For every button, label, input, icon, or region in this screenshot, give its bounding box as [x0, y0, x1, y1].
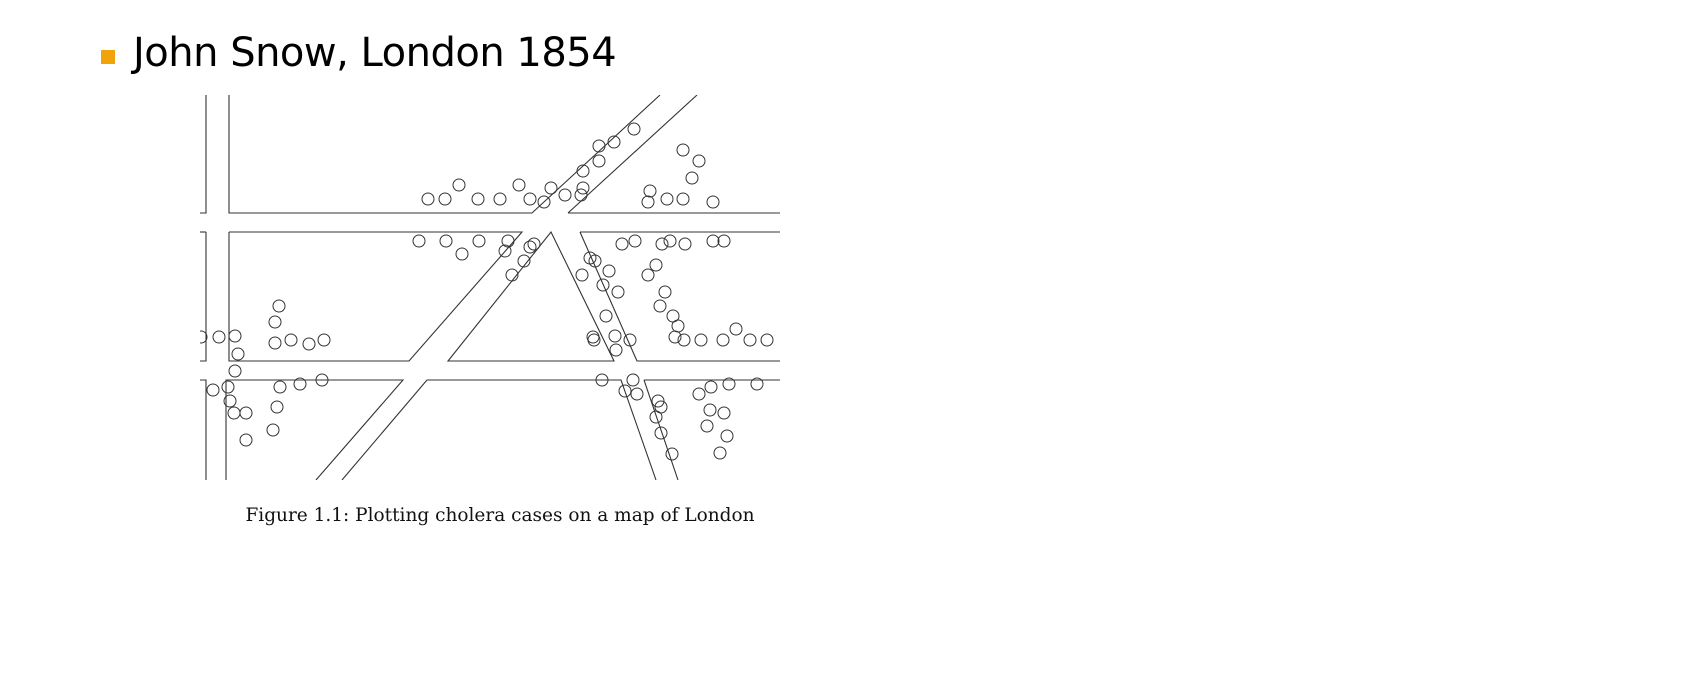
cholera-case-marker	[227, 406, 241, 420]
cholera-case-marker	[421, 192, 435, 206]
cholera-case-marker	[615, 237, 629, 251]
cholera-case-marker	[272, 299, 286, 313]
street-edge	[225, 379, 405, 480]
cholera-case-marker	[703, 403, 717, 417]
cholera-case-marker	[653, 299, 667, 313]
streets	[200, 95, 780, 480]
cholera-case-marker	[717, 406, 731, 420]
cholera-case-marker	[720, 429, 734, 443]
cholera-case-marker	[228, 329, 242, 343]
cholera-case-marker	[472, 234, 486, 248]
cholera-case-marker	[608, 329, 622, 343]
cholera-case-marker	[523, 192, 537, 206]
cholera-case-marker	[716, 333, 730, 347]
cholera-cases	[200, 122, 774, 461]
cholera-case-marker	[706, 234, 720, 248]
cholera-case-marker	[676, 143, 690, 157]
cholera-case-marker	[704, 380, 718, 394]
cholera-case-marker	[212, 330, 226, 344]
cholera-case-marker	[599, 309, 613, 323]
cholera-case-marker	[471, 192, 485, 206]
cholera-case-marker	[628, 234, 642, 248]
cholera-case-marker	[630, 387, 644, 401]
street-edge	[579, 231, 780, 362]
street-edge	[200, 379, 207, 480]
cholera-case-marker	[266, 423, 280, 437]
cholera-case-marker	[665, 447, 679, 461]
cholera-map	[200, 95, 780, 480]
cholera-case-marker	[611, 285, 625, 299]
cholera-case-marker	[302, 337, 316, 351]
cholera-case-marker	[452, 178, 466, 192]
cholera-case-marker	[455, 247, 469, 261]
cholera-case-marker	[206, 383, 220, 397]
cholera-case-marker	[268, 336, 282, 350]
cholera-case-marker	[663, 234, 677, 248]
cholera-case-marker	[692, 387, 706, 401]
cholera-case-marker	[671, 319, 685, 333]
cholera-case-marker	[438, 192, 452, 206]
cholera-case-marker	[641, 195, 655, 209]
cholera-case-marker	[626, 373, 640, 387]
cholera-case-marker	[558, 188, 572, 202]
cholera-case-marker	[685, 171, 699, 185]
cholera-case-marker	[231, 347, 245, 361]
cholera-case-marker	[523, 240, 537, 254]
cholera-case-marker	[743, 333, 757, 347]
cholera-case-marker	[239, 433, 253, 447]
cholera-case-marker	[268, 315, 282, 329]
cholera-case-marker	[412, 234, 426, 248]
cholera-case-marker	[493, 192, 507, 206]
cholera-case-marker	[609, 343, 623, 357]
bullet-marker	[101, 50, 115, 64]
cholera-case-marker	[713, 446, 727, 460]
cholera-case-marker	[627, 122, 641, 136]
cholera-case-marker	[592, 154, 606, 168]
street-edge	[200, 95, 207, 214]
cholera-case-marker	[574, 188, 588, 202]
cholera-case-marker	[576, 181, 590, 195]
cholera-case-marker	[317, 333, 331, 347]
cholera-case-marker	[602, 264, 616, 278]
cholera-case-marker	[760, 333, 774, 347]
street-edge	[643, 379, 679, 480]
cholera-case-marker	[439, 234, 453, 248]
cholera-case-marker	[655, 237, 669, 251]
cholera-case-marker	[678, 237, 692, 251]
street-edge	[341, 379, 657, 480]
figure-caption: Figure 1.1: Plotting cholera cases on a …	[245, 505, 755, 526]
cholera-case-marker	[576, 164, 590, 178]
cholera-case-marker	[658, 285, 672, 299]
cholera-case-marker	[273, 380, 287, 394]
cholera-case-marker	[641, 268, 655, 282]
street-edge	[228, 231, 524, 362]
cholera-case-marker	[729, 322, 743, 336]
cholera-case-marker	[643, 184, 657, 198]
cholera-case-marker	[284, 333, 298, 347]
cholera-map-figure	[200, 95, 800, 480]
cholera-case-marker	[694, 333, 708, 347]
cholera-case-marker	[228, 364, 242, 378]
cholera-case-marker	[512, 178, 526, 192]
slide-title: John Snow, London 1854	[133, 30, 617, 76]
cholera-case-marker	[527, 237, 541, 251]
cholera-case-marker	[706, 195, 720, 209]
cholera-case-marker	[700, 419, 714, 433]
cholera-case-marker	[575, 268, 589, 282]
cholera-case-marker	[676, 192, 690, 206]
cholera-case-marker	[544, 181, 558, 195]
cholera-case-marker	[717, 234, 731, 248]
cholera-case-marker	[592, 139, 606, 153]
cholera-case-marker	[239, 406, 253, 420]
cholera-case-marker	[221, 380, 235, 394]
cholera-case-marker	[270, 400, 284, 414]
cholera-case-marker	[649, 258, 663, 272]
cholera-case-marker	[660, 192, 674, 206]
street-edge	[228, 95, 661, 214]
cholera-case-marker	[692, 154, 706, 168]
